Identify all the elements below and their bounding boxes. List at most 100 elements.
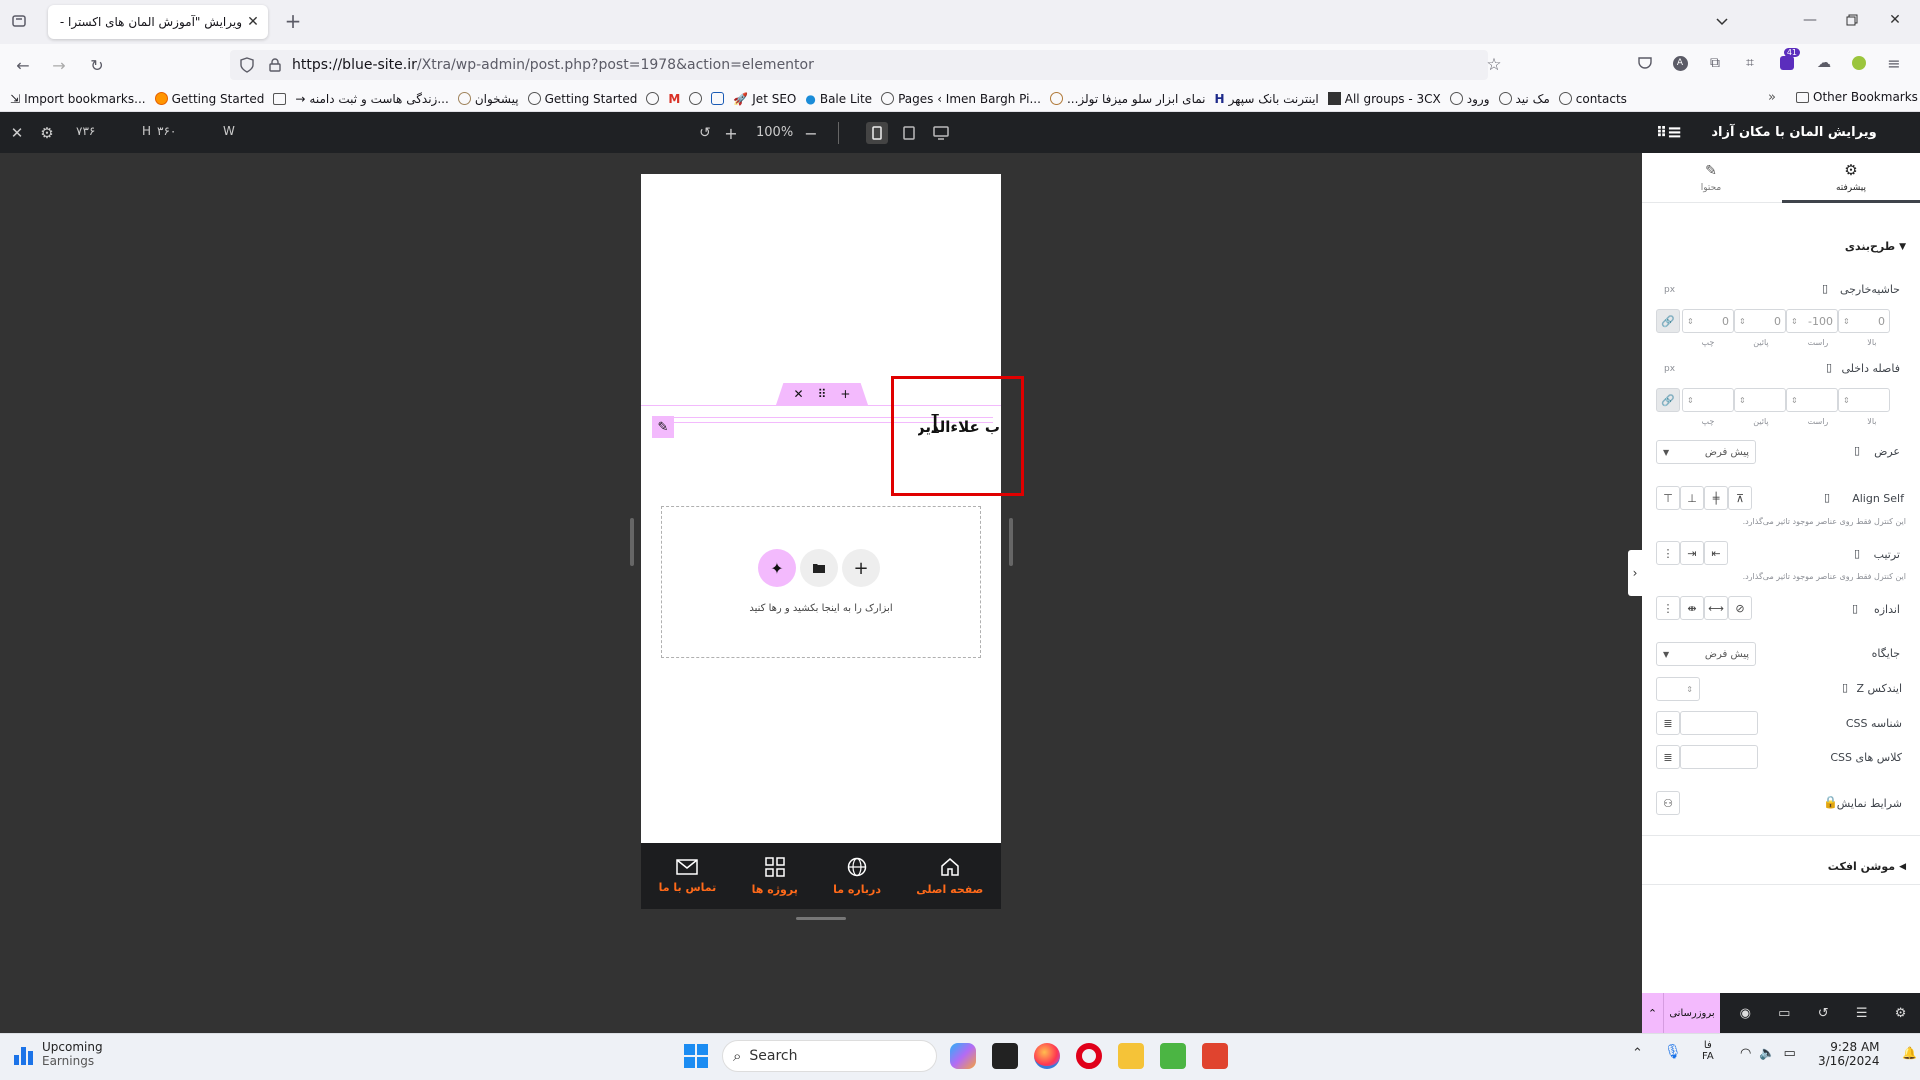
add-element-icon[interactable]: +	[840, 387, 850, 401]
margin-right-input[interactable]: ⇕ -100	[1786, 309, 1838, 333]
css-classes-input[interactable]	[1680, 745, 1758, 769]
tab-advanced[interactable]: ⚙ پیشرفته	[1782, 153, 1920, 203]
minimize-icon[interactable]: —	[1800, 10, 1820, 30]
add-section-icon[interactable]: +	[842, 549, 880, 587]
more-options-icon[interactable]: ⋮	[1656, 596, 1680, 620]
back-icon[interactable]: ←	[12, 54, 34, 76]
menu-icon[interactable]: ≡	[1667, 122, 1682, 143]
history-icon[interactable]: ↺	[1818, 1006, 1829, 1021]
edit-widget-icon[interactable]: ✎	[652, 416, 674, 438]
bookmark-star-icon[interactable]: ☆	[1483, 54, 1505, 76]
bookmark-item[interactable]: Getting Started	[154, 92, 264, 106]
chevron-up-icon[interactable]: ⌃	[1642, 993, 1664, 1033]
collapse-panel-icon[interactable]: ›	[1628, 550, 1642, 596]
new-tab-icon[interactable]: +	[282, 9, 304, 33]
lock-icon[interactable]	[266, 56, 284, 74]
browser-tab[interactable]: ✕ ویرایش "آموزش المان های اکسترا - م	[48, 5, 268, 39]
mobile-device-icon[interactable]	[866, 122, 888, 144]
bookmark-item[interactable]	[689, 92, 703, 105]
pocket-icon[interactable]	[1636, 54, 1654, 72]
width-input[interactable]: ۳۶۰	[157, 124, 217, 138]
reload-icon[interactable]: ↻	[86, 54, 108, 76]
height-input[interactable]: ۷۳۶	[76, 124, 136, 138]
grow-icon[interactable]: ⟷	[1704, 596, 1728, 620]
extensions-icon[interactable]: ⧉	[1706, 54, 1724, 72]
more-bookmarks-icon[interactable]: »	[1768, 90, 1776, 105]
camtasia-red-icon[interactable]	[1202, 1043, 1228, 1069]
bookmark-item[interactable]: contacts	[1558, 92, 1627, 106]
nav-home[interactable]: صفحه اصلی	[916, 857, 983, 896]
css-id-input[interactable]	[1680, 711, 1758, 735]
padding-left-input[interactable]: ⇕	[1682, 388, 1734, 412]
margin-bottom-input[interactable]: ⇕ 0	[1734, 309, 1786, 333]
clock[interactable]: 9:28 AM 3/16/2024	[1818, 1040, 1880, 1068]
tablet-device-icon[interactable]	[898, 122, 920, 144]
notifications-icon[interactable]: 🔔	[1902, 1046, 1917, 1060]
nav-contact[interactable]: تماس با ما	[659, 858, 716, 894]
bookmark-item[interactable]: H اینترنت بانک سپهر	[1215, 92, 1319, 106]
bookmark-item[interactable]: → زندگی هاست و ثبت دامنه...	[295, 92, 448, 106]
bookmark-item[interactable]: M	[668, 92, 680, 106]
opera-icon[interactable]	[1076, 1043, 1102, 1069]
responsive-device-icon[interactable]: ▯	[1842, 681, 1848, 694]
bookmark-item[interactable]: ...نمای ابزار سلو میزفا تولز	[1049, 92, 1206, 106]
microphone-icon[interactable]: 🎙	[1664, 1044, 1682, 1060]
folder-icon[interactable]	[800, 549, 838, 587]
close-tab-icon[interactable]: ✕	[246, 14, 260, 30]
navigator-layers-icon[interactable]: ☰	[1856, 1006, 1868, 1021]
resize-handle-right[interactable]	[1009, 518, 1013, 566]
preview-eye-icon[interactable]: ◉	[1740, 1006, 1751, 1021]
tab-content[interactable]: ✎ محتوا	[1642, 153, 1780, 203]
update-button[interactable]: بروزرسانی	[1664, 1008, 1720, 1019]
reset-zoom-icon[interactable]: ↺	[696, 124, 714, 142]
margin-unit[interactable]: px	[1664, 285, 1675, 295]
padding-unit[interactable]: px	[1664, 364, 1675, 374]
responsive-device-icon[interactable]: ▯	[1854, 444, 1860, 457]
section-motion-effects[interactable]: ◀ موشن افکت	[1828, 860, 1906, 873]
zoom-in-icon[interactable]: +	[722, 124, 740, 143]
windows-start-icon[interactable]	[684, 1044, 708, 1068]
bookmark-item[interactable]: Getting Started	[527, 92, 637, 106]
none-icon[interactable]: ⊘	[1728, 596, 1752, 620]
settings-gear-icon[interactable]: ⚙	[1895, 1006, 1907, 1021]
ai-sparkle-icon[interactable]: ✦	[758, 549, 796, 587]
bookmark-item[interactable]: مک نید	[1498, 92, 1550, 106]
resize-handle-left[interactable]	[630, 518, 634, 566]
responsive-device-icon[interactable]: ▯	[1852, 602, 1858, 615]
language-indicator[interactable]: فا FA	[1702, 1040, 1714, 1062]
bookmark-item[interactable]: ● Bale Lite	[805, 92, 872, 106]
bookmark-item[interactable]: پیشخوان	[457, 92, 519, 106]
responsive-device-icon[interactable]: ▯	[1822, 282, 1828, 295]
forward-icon[interactable]: →	[48, 54, 70, 76]
other-bookmarks[interactable]: Other Bookmarks	[1796, 90, 1918, 104]
drag-handle-icon[interactable]: ⠿	[818, 387, 827, 401]
bookmark-item[interactable]	[646, 92, 660, 105]
delete-element-icon[interactable]: ✕	[794, 387, 804, 401]
nav-about[interactable]: درباره ما	[833, 857, 881, 896]
align-center-icon[interactable]: ╪	[1704, 486, 1728, 510]
chevron-down-icon[interactable]	[1712, 12, 1732, 32]
bookmark-item[interactable]: All groups - 3CX	[1327, 92, 1441, 106]
url-bar[interactable]: https://blue-site.ir/Xtra/wp-admin/post.…	[230, 50, 1488, 80]
menu-icon[interactable]: ≡	[1885, 54, 1903, 73]
desktop-device-icon[interactable]	[930, 122, 952, 144]
shield-icon[interactable]	[238, 56, 256, 74]
dynamic-tags-icon[interactable]: ≣	[1656, 745, 1680, 769]
order-last-icon[interactable]: ⇥	[1680, 541, 1704, 565]
close-preview-icon[interactable]: ✕	[8, 124, 26, 142]
dynamic-tags-icon[interactable]: ≣	[1656, 711, 1680, 735]
responsive-device-icon[interactable]: ▯	[1854, 547, 1860, 560]
responsive-mode-icon[interactable]: ▭	[1778, 1006, 1790, 1021]
section-layout[interactable]: ▼ طرح‌بندی	[1845, 240, 1906, 253]
weather-widget[interactable]: Upcoming Earnings	[14, 1040, 103, 1068]
bookmark-item[interactable]: ⇲ Import bookmarks...	[10, 92, 146, 106]
nav-projects[interactable]: پروژه ها	[752, 856, 798, 896]
padding-top-input[interactable]: ⇕	[1838, 388, 1890, 412]
scroll-handle[interactable]	[796, 917, 846, 920]
width-select[interactable]: پیش فرض ▼	[1656, 440, 1756, 464]
addon-color-icon[interactable]	[1850, 54, 1868, 72]
bookmark-item[interactable]: ورود	[1449, 92, 1490, 106]
margin-left-input[interactable]: ⇕ 0	[1682, 309, 1734, 333]
cloud-icon[interactable]: ☁	[1815, 54, 1833, 72]
align-stretch-icon[interactable]: ⊼	[1728, 486, 1752, 510]
